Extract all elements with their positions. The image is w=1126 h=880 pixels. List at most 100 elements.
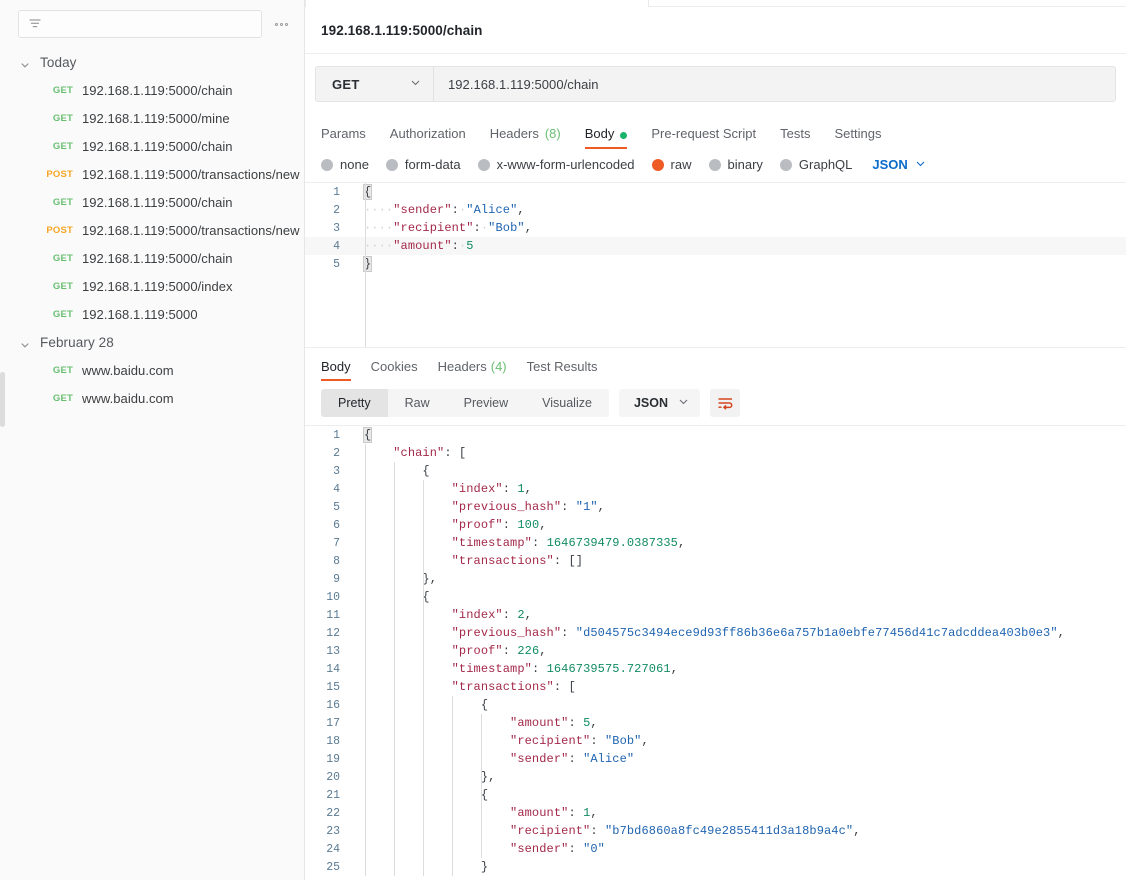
body-type-none[interactable]: none (321, 157, 369, 172)
response-body-viewer[interactable]: 1{2 "chain": [3 {4 "index": 1, 5 "previou… (305, 425, 1126, 880)
code-line: 3 { (305, 462, 1126, 480)
response-tab-label: Headers (437, 359, 487, 374)
line-number: 13 (326, 644, 340, 658)
raw-format-select[interactable]: JSON (872, 157, 925, 172)
code-token: , (524, 482, 532, 496)
request-tab-settings[interactable]: Settings (822, 113, 893, 149)
history-item[interactable]: POST 192.168.1.119:5000/transactions/new (0, 216, 304, 244)
code-token: ···· (364, 203, 394, 217)
sidebar-scrollbar[interactable] (0, 0, 5, 880)
line-number: 7 (333, 536, 340, 550)
open-request-tab[interactable] (305, 0, 649, 7)
history-item[interactable]: GET 192.168.1.119:5000 (0, 300, 304, 328)
code-text: { (349, 183, 373, 201)
request-tab-label: Body (584, 126, 615, 141)
body-type-binary[interactable]: binary (708, 157, 763, 172)
line-number: 8 (333, 554, 340, 568)
body-type-form-data[interactable]: form-data (385, 157, 461, 172)
history-item-url: 192.168.1.119:5000/mine (82, 110, 230, 126)
code-text: "chain": [ (349, 444, 466, 462)
history-group-header[interactable]: Today (0, 48, 304, 76)
body-type-label: GraphQL (798, 157, 853, 172)
code-line: 1{ (305, 426, 1126, 444)
code-token: "transactions" (451, 554, 554, 568)
http-method-badge: GET (52, 196, 73, 208)
history-group-header[interactable]: February 28 (0, 328, 304, 356)
request-tab-tests[interactable]: Tests (768, 113, 822, 149)
code-text: } (349, 858, 488, 876)
code-line: 4 "index": 1, (305, 480, 1126, 498)
http-method-badge: GET (52, 140, 73, 152)
code-text: "recipient": "b7bd6860a8fc49e2855411d3a1… (349, 822, 861, 840)
code-text: ····"sender":·"Alice", (349, 201, 525, 219)
code-line: 13 "proof": 226, (305, 642, 1126, 660)
code-line: 19 "sender": "Alice" (305, 750, 1126, 768)
body-type-label: raw (670, 157, 692, 172)
line-number: 12 (326, 626, 340, 640)
history-item[interactable]: GET www.baidu.com (0, 384, 304, 412)
history-group-label: February 28 (40, 334, 114, 350)
history-item[interactable]: GET 192.168.1.119:5000/chain (0, 244, 304, 272)
body-type-raw[interactable]: raw (651, 157, 692, 172)
request-body-editor[interactable]: 1{2 ····"sender":·"Alice", 3 ····"recipient… (305, 182, 1126, 347)
word-wrap-icon[interactable] (710, 389, 740, 417)
http-method-select[interactable]: GET (316, 67, 434, 101)
response-tab-headers[interactable]: Headers (4) (428, 348, 517, 381)
line-number: 17 (326, 716, 340, 730)
response-tab-test-results[interactable]: Test Results (517, 348, 608, 381)
line-number: 19 (326, 752, 340, 766)
http-method-badge: GET (52, 364, 73, 376)
code-token: 226 (517, 644, 540, 658)
code-text: { (349, 786, 488, 804)
history-item-url: 192.168.1.119:5000/transactions/new (82, 222, 300, 238)
history-item[interactable]: GET 192.168.1.119:5000/chain (0, 188, 304, 216)
history-item[interactable]: GET 192.168.1.119:5000/mine (0, 104, 304, 132)
sidebar-scrollbar-thumb[interactable] (0, 372, 5, 427)
history-item[interactable]: GET 192.168.1.119:5000/index (0, 272, 304, 300)
http-method-badge: GET (52, 308, 73, 320)
code-text: "sender": "0" (349, 840, 605, 858)
history-item[interactable]: GET www.baidu.com (0, 356, 304, 384)
code-line: 11 "index": 2, (305, 606, 1126, 624)
code-line: 24 "sender": "0" (305, 840, 1126, 858)
request-tab-authorization[interactable]: Authorization (378, 113, 478, 149)
code-token: : (590, 824, 605, 838)
radio-icon (385, 158, 398, 171)
response-tab-body[interactable]: Body (315, 348, 361, 381)
history-item[interactable]: POST 192.168.1.119:5000/transactions/new (0, 160, 304, 188)
code-text: "previous_hash": "1", (349, 498, 605, 516)
url-bar: GET 192.168.1.119:5000/chain (305, 54, 1126, 113)
more-options-icon[interactable] (270, 13, 292, 35)
history-item[interactable]: GET 192.168.1.119:5000/chain (0, 76, 304, 104)
request-tab-body[interactable]: Body (573, 113, 640, 149)
body-type-x-www-form-urlencoded[interactable]: x-www-form-urlencoded (477, 157, 635, 172)
code-token: , (539, 518, 547, 532)
filter-input[interactable] (18, 10, 262, 38)
line-number: 4 (333, 239, 340, 253)
code-token: "recipient" (510, 734, 591, 748)
response-view-visualize[interactable]: Visualize (525, 389, 609, 417)
history-list: Today GET 192.168.1.119:5000/chain GET 192.1… (0, 48, 304, 412)
response-view-pretty[interactable]: Pretty (321, 389, 388, 417)
response-tab-cookies[interactable]: Cookies (361, 348, 428, 381)
response-view-raw[interactable]: Raw (388, 389, 447, 417)
request-tab-pre-request-script[interactable]: Pre-request Script (639, 113, 768, 149)
response-format-select[interactable]: JSON (618, 389, 700, 417)
request-tab-headers[interactable]: Headers (8) (478, 113, 573, 149)
postman-window: Today GET 192.168.1.119:5000/chain GET 192.1… (0, 0, 1126, 880)
code-text: { (349, 588, 430, 606)
code-token: , (524, 608, 532, 622)
line-number: 18 (326, 734, 340, 748)
response-view-preview[interactable]: Preview (447, 389, 525, 417)
request-tab-params[interactable]: Params (315, 113, 378, 149)
code-text: ····"amount":·5 (349, 237, 474, 255)
history-item[interactable]: GET 192.168.1.119:5000/chain (0, 132, 304, 160)
url-input[interactable]: 192.168.1.119:5000/chain (434, 67, 1115, 101)
code-token: { (362, 427, 373, 443)
body-type-label: form-data (404, 157, 461, 172)
body-type-graphql[interactable]: GraphQL (779, 157, 853, 172)
request-tab-label: Tests (780, 126, 811, 141)
code-token: { (364, 590, 430, 604)
